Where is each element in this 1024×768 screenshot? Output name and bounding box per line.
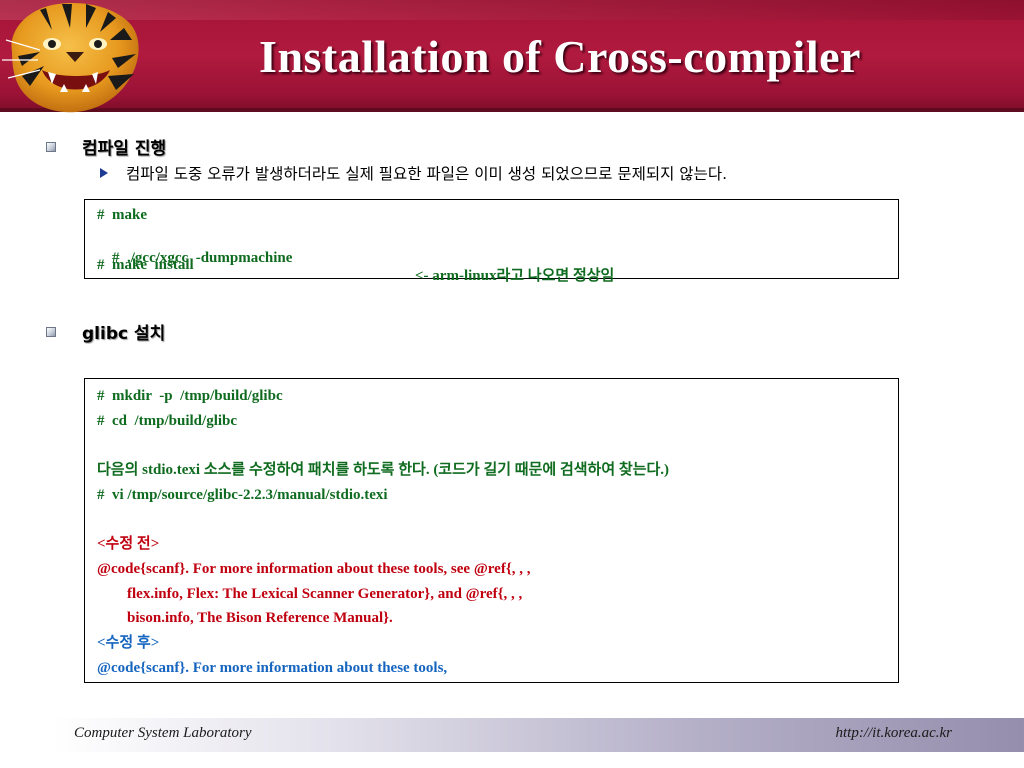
code-line: # make install [97,257,194,273]
code-box-compile: # make # ./gcc/xgcc -dumpmachine <- arm-… [84,199,899,284]
sub-bullet-text: 컴파일 도중 오류가 발생하더라도 실제 필요한 파일은 이미 생성 되었으므로… [126,165,728,183]
footer-lab-name: Computer System Laboratory [74,725,252,741]
code-comment: <- arm-linux라고 나오면 정상임 [415,268,615,284]
after-label: <수정 후> [97,635,160,651]
footer-url: http://it.korea.ac.kr [835,725,953,741]
code-box-glibc: # mkdir -p /tmp/build/glibc # cd /tmp/bu… [84,378,899,683]
code-line: flex.info, Flex: The Lexical Scanner Gen… [97,586,523,602]
page-title: Installation of Cross-compiler [259,31,861,82]
code-line: @code{scanf}. For more information about… [97,660,448,676]
tiger-head-logo [2,2,139,113]
triangle-bullet-icon [100,168,108,178]
bullet-heading: 컴파일 진행 [82,139,167,159]
bullet-glibc-install: glibc 설치 [46,319,165,344]
banner-highlight [0,0,1024,20]
before-label: <수정 전> [97,536,160,552]
banner-divider [0,108,1024,112]
code-line: # cd /tmp/build/glibc [97,413,238,429]
code-line: @code{scanf}. For more information about… [97,561,531,577]
code-line: # vi /tmp/source/glibc-2.2.3/manual/stdi… [97,487,388,503]
code-line: # make [97,207,147,223]
sub-bullet-compile-note: 컴파일 도중 오류가 발생하더라도 실제 필요한 파일은 이미 생성 되었으므로… [100,162,727,184]
bullet-compile-progress: 컴파일 진행 [46,134,166,159]
square-bullet-icon [46,141,56,152]
footer-bar: Computer System Laboratory http://it.kor… [52,718,1024,752]
code-line: bison.info, The Bison Reference Manual}. [97,610,393,626]
bullet-heading: glibc 설치 [82,324,166,344]
square-bullet-icon [46,326,56,337]
code-line: # mkdir -p /tmp/build/glibc [97,388,283,404]
code-instruction: 다음의 stdio.texi 소스를 수정하여 패치를 하도록 한다. (코드가… [97,462,670,478]
